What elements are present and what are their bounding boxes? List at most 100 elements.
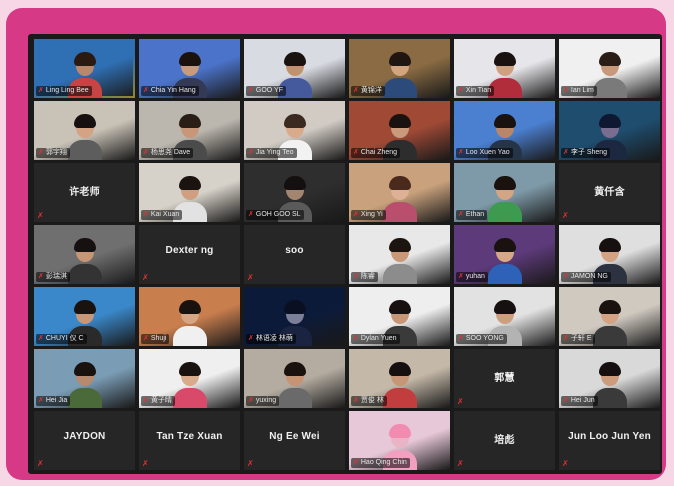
participant-tile[interactable]: ✗ 贾俊 林 <box>349 349 450 408</box>
participant-tile[interactable]: ✗ JAMON NG <box>559 225 660 284</box>
participant-tile[interactable]: ✗ 林语凌 林萌 <box>244 287 345 346</box>
mic-muted-icon: ✗ <box>143 87 149 94</box>
participant-tile[interactable]: ✗ yuhan <box>454 225 555 284</box>
participant-nameplate: ✗ Shuji <box>141 334 170 344</box>
participant-tile[interactable]: 许老师 ✗ <box>34 163 135 222</box>
mic-muted-icon: ✗ <box>353 87 359 94</box>
participant-name: GOH GOO SL <box>255 211 301 218</box>
participant-nameplate: ✗ 彭瑞淇 <box>36 272 70 282</box>
participant-tile[interactable]: ✗ Xin Tian <box>454 39 555 98</box>
participant-nameplate: ✗ Ethan <box>456 210 488 220</box>
mic-muted-icon: ✗ <box>248 211 254 218</box>
participant-avatar <box>382 362 417 408</box>
participant-avatar <box>487 238 522 284</box>
participant-tile[interactable]: 黄仟含 ✗ <box>559 163 660 222</box>
participant-avatar <box>67 114 102 160</box>
mic-muted-icon: ✗ <box>458 149 464 156</box>
participant-nameplate: ✗ Kai Xuan <box>141 210 183 220</box>
participant-tile[interactable]: ✗ 李子 Sheng <box>559 101 660 160</box>
mic-muted-icon: ✗ <box>38 335 44 342</box>
participant-tile[interactable]: ✗ Chia Yin Hang <box>139 39 240 98</box>
participant-name: 黄锦洋 <box>360 87 382 94</box>
participant-tile[interactable]: ✗ 彭瑞淇 <box>34 225 135 284</box>
participant-tile[interactable]: Jun Loo Jun Yen ✗ <box>559 411 660 470</box>
mic-muted-icon: ✗ <box>563 273 569 280</box>
participant-nameplate: ✗ Jia Ying Teo <box>246 148 297 158</box>
participant-tile[interactable]: ✗ 子轩 E <box>559 287 660 346</box>
participant-name: CHUYI 仪 C <box>45 335 84 342</box>
participant-name: Dexter ng <box>165 245 214 256</box>
participant-tile[interactable]: soo ✗ <box>244 225 345 284</box>
participant-tile[interactable]: ✗ 郭宇翔 <box>34 101 135 160</box>
video-call-gallery: ✗ Ling Ling Bee ✗ Chia Yin Hang ✗ GOO YF ✗ 黄锦洋 ✗… <box>28 34 662 474</box>
mic-muted-icon: ✗ <box>563 87 569 94</box>
participant-nameplate: ✗ 李子 Sheng <box>561 148 611 158</box>
participant-tile[interactable]: ✗ 黄锦洋 <box>349 39 450 98</box>
participant-name: Chia Yin Hang <box>150 87 196 94</box>
mic-muted-icon: ✗ <box>562 459 569 468</box>
participant-tile[interactable]: 郭慧 ✗ <box>454 349 555 408</box>
participant-nameplate: ✗ 林语凌 林萌 <box>246 334 296 344</box>
participant-tile[interactable]: ✗ Dylan Yuen <box>349 287 450 346</box>
participant-grid: ✗ Ling Ling Bee ✗ Chia Yin Hang ✗ GOO YF ✗ 黄锦洋 ✗… <box>34 39 660 470</box>
participant-tile[interactable]: Ng Ee Wei ✗ <box>244 411 345 470</box>
mic-muted-icon: ✗ <box>458 273 464 280</box>
mic-muted-icon: ✗ <box>143 211 149 218</box>
participant-tile[interactable]: ✗ Chai Zheng <box>349 101 450 160</box>
participant-tile[interactable]: ✗ SOO YONG <box>454 287 555 346</box>
participant-name: JAMON NG <box>570 273 608 280</box>
participant-tile[interactable]: ✗ Hei Jun <box>559 349 660 408</box>
participant-name: Shuji <box>150 335 167 342</box>
participant-name: 郭慧 <box>494 373 515 384</box>
participant-tile[interactable]: ✗ Jia Ying Teo <box>244 101 345 160</box>
participant-name: Ethan <box>465 211 485 218</box>
participant-name: Ling Ling Bee <box>45 87 89 94</box>
participant-name: Xin Tian <box>465 87 492 94</box>
participant-tile[interactable]: Dexter ng ✗ <box>139 225 240 284</box>
participant-name: Ng Ee Wei <box>269 431 320 442</box>
participant-tile[interactable]: ✗ 陈睿 <box>349 225 450 284</box>
participant-tile[interactable]: ✗ GOO YF <box>244 39 345 98</box>
participant-tile[interactable]: ✗ Hao Qing Chin <box>349 411 450 470</box>
mic-muted-icon: ✗ <box>248 149 254 156</box>
participant-name: 林语凌 林萌 <box>255 335 293 342</box>
mic-muted-icon: ✗ <box>353 459 359 466</box>
mic-muted-icon: ✗ <box>143 149 149 156</box>
participant-name: 黄仟含 <box>594 187 625 198</box>
participant-tile[interactable]: ✗ Hei Jia <box>34 349 135 408</box>
participant-tile[interactable]: ✗ Ethan <box>454 163 555 222</box>
mic-muted-icon: ✗ <box>562 211 569 220</box>
participant-tile[interactable]: ✗ Ian Lim <box>559 39 660 98</box>
participant-name: Xing Yi <box>360 211 383 218</box>
participant-name: Kai Xuan <box>150 211 180 218</box>
participant-tile[interactable]: 培彪 ✗ <box>454 411 555 470</box>
participant-name: Loo Xuen Yao <box>465 149 510 156</box>
participant-name: Tan Tze Xuan <box>156 431 223 442</box>
participant-name: 杨思尧 Dave <box>150 149 191 156</box>
participant-name: Hei Jun <box>570 397 595 404</box>
participant-tile[interactable]: ✗ Kai Xuan <box>139 163 240 222</box>
mic-muted-icon: ✗ <box>353 211 359 218</box>
participant-tile[interactable]: ✗ Xing Yi <box>349 163 450 222</box>
participant-tile[interactable]: ✗ CHUYI 仪 C <box>34 287 135 346</box>
participant-tile[interactable]: ✗ Shuji <box>139 287 240 346</box>
participant-name: 李子 Sheng <box>570 149 608 156</box>
participant-nameplate: ✗ yuhan <box>456 272 488 282</box>
participant-name: Chai Zheng <box>360 149 398 156</box>
participant-nameplate: ✗ Ian Lim <box>561 86 597 96</box>
participant-nameplate: ✗ GOH GOO SL <box>246 210 304 220</box>
participant-tile[interactable]: ✗ 黄子晴 <box>139 349 240 408</box>
participant-tile[interactable]: ✗ 杨思尧 Dave <box>139 101 240 160</box>
mic-muted-icon: ✗ <box>37 211 44 220</box>
participant-tile[interactable]: ✗ Ling Ling Bee <box>34 39 135 98</box>
mic-muted-icon: ✗ <box>563 335 569 342</box>
participant-tile[interactable]: ✗ GOH GOO SL <box>244 163 345 222</box>
mic-muted-icon: ✗ <box>353 149 359 156</box>
participant-nameplate: ✗ JAMON NG <box>561 272 611 282</box>
participant-tile[interactable]: JAYDON ✗ <box>34 411 135 470</box>
participant-tile[interactable]: ✗ yuxing <box>244 349 345 408</box>
participant-name: JAYDON <box>63 431 106 442</box>
participant-nameplate: ✗ yuxing <box>246 396 280 406</box>
participant-tile[interactable]: ✗ Loo Xuen Yao <box>454 101 555 160</box>
participant-tile[interactable]: Tan Tze Xuan ✗ <box>139 411 240 470</box>
